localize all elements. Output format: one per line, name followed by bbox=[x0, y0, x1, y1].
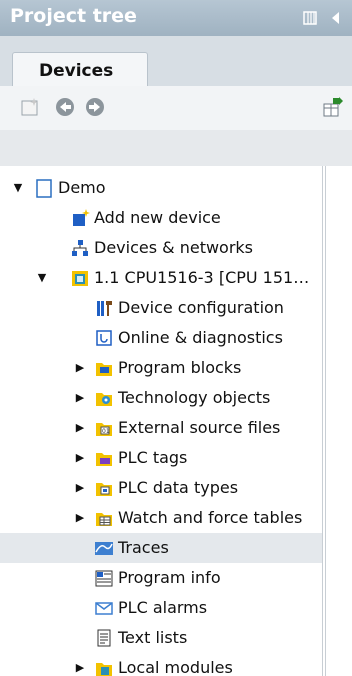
forward-icon[interactable] bbox=[84, 96, 106, 118]
tree-item[interactable]: Text lists bbox=[0, 623, 322, 653]
tree-item[interactable]: ▶ Technology objects bbox=[0, 383, 322, 413]
expand-arrow-icon[interactable]: ▶ bbox=[74, 389, 86, 407]
tree-item-label: Program blocks bbox=[118, 358, 242, 377]
column-divider-2 bbox=[325, 166, 326, 676]
tree-item[interactable]: ▼ 1.1 CPU1516-3 [CPU 151… bbox=[0, 263, 322, 293]
tree-item-label: Local modules bbox=[118, 658, 233, 676]
panel-title: Project tree bbox=[10, 5, 137, 27]
svg-text:01: 01 bbox=[102, 428, 110, 435]
expand-arrow-icon[interactable]: ▶ bbox=[74, 659, 86, 676]
tree-item-label: PLC tags bbox=[118, 448, 188, 467]
tree-item-label: Demo bbox=[58, 178, 106, 197]
tree-item[interactable]: ▶ Watch and force tables bbox=[0, 503, 322, 533]
local-modules-icon bbox=[94, 658, 114, 676]
tree-item[interactable]: ▼ Demo bbox=[0, 173, 322, 203]
expand-arrow-icon[interactable]: ▶ bbox=[74, 509, 86, 527]
tree-item-label: Technology objects bbox=[118, 388, 271, 407]
tree-item[interactable]: ▶ PLC tags bbox=[0, 443, 322, 473]
expand-arrow-icon[interactable]: ▶ bbox=[74, 359, 86, 377]
tree-item[interactable]: Devices & networks bbox=[0, 233, 322, 263]
plc-tags-icon bbox=[94, 448, 114, 468]
collapse-arrow-icon[interactable]: ▼ bbox=[36, 269, 48, 287]
diagnostics-icon bbox=[94, 328, 114, 348]
tree-item-label: Device configuration bbox=[118, 298, 284, 317]
tree-item-label: Traces bbox=[118, 538, 169, 557]
watch-tables-icon bbox=[94, 508, 114, 528]
tree-item-label: Text lists bbox=[118, 628, 188, 647]
tree-item[interactable]: ▶ Local modules bbox=[0, 653, 322, 676]
expand-arrow-icon[interactable]: ▶ bbox=[74, 419, 86, 437]
project-tree-panel: Project tree Devices ▼ Demo Add new device… bbox=[0, 0, 352, 676]
tab-devices[interactable]: Devices bbox=[12, 52, 148, 88]
plc-data-types-icon bbox=[94, 478, 114, 498]
panel-header: Project tree bbox=[0, 0, 352, 36]
tab-devices-label: Devices bbox=[39, 61, 114, 81]
expand-arrow-icon[interactable]: ▶ bbox=[74, 479, 86, 497]
add-device-icon bbox=[70, 208, 90, 228]
technology-objects-icon bbox=[94, 388, 114, 408]
back-icon[interactable] bbox=[54, 96, 76, 118]
program-blocks-icon bbox=[94, 358, 114, 378]
tree-item[interactable]: PLC alarms bbox=[0, 593, 322, 623]
tree-item-label: PLC alarms bbox=[118, 598, 208, 617]
project-icon bbox=[34, 178, 54, 198]
tree-item[interactable]: Traces bbox=[0, 533, 322, 563]
plc-alarms-icon bbox=[94, 598, 114, 618]
tree-item[interactable]: ▶ 01 External source files bbox=[0, 413, 322, 443]
tree-item-label: External source files bbox=[118, 418, 281, 437]
project-tree: ▼ Demo Add new device Devices & networks ▼ 1.… bbox=[0, 166, 352, 676]
tree-item-label: Program info bbox=[118, 568, 221, 587]
tree-item-label: 1.1 CPU1516-3 [CPU 151… bbox=[94, 268, 310, 287]
traces-icon bbox=[94, 538, 114, 558]
update-view-icon[interactable] bbox=[322, 96, 344, 118]
tree-item[interactable]: Program info bbox=[0, 563, 322, 593]
tree-item[interactable]: ▶ Program blocks bbox=[0, 353, 322, 383]
tree-item-label: Add new device bbox=[94, 208, 221, 227]
toolbar-spacer bbox=[0, 130, 352, 166]
tree-item[interactable]: ▶ PLC data types bbox=[0, 473, 322, 503]
tree-item[interactable]: Online & diagnostics bbox=[0, 323, 322, 353]
tree-item-label: Watch and force tables bbox=[118, 508, 303, 527]
pin-panel-icon[interactable] bbox=[300, 8, 320, 28]
device-config-icon bbox=[94, 298, 114, 318]
expand-arrow-icon[interactable]: ▶ bbox=[74, 449, 86, 467]
column-divider bbox=[322, 166, 323, 676]
text-lists-icon bbox=[94, 628, 114, 648]
tree-item-label: Devices & networks bbox=[94, 238, 254, 257]
collapse-arrow-icon[interactable]: ▼ bbox=[12, 179, 24, 197]
program-info-icon bbox=[94, 568, 114, 588]
new-folder-icon[interactable] bbox=[20, 96, 42, 118]
network-icon bbox=[70, 238, 90, 258]
external-source-icon: 01 bbox=[94, 418, 114, 438]
cpu-icon bbox=[70, 268, 90, 288]
tree-item[interactable]: Add new device bbox=[0, 203, 322, 233]
collapse-panel-icon[interactable] bbox=[326, 8, 346, 28]
tree-item-label: PLC data types bbox=[118, 478, 239, 497]
tree-toolbar bbox=[0, 86, 352, 130]
tree-item[interactable]: Device configuration bbox=[0, 293, 322, 323]
tree-item-label: Online & diagnostics bbox=[118, 328, 283, 347]
